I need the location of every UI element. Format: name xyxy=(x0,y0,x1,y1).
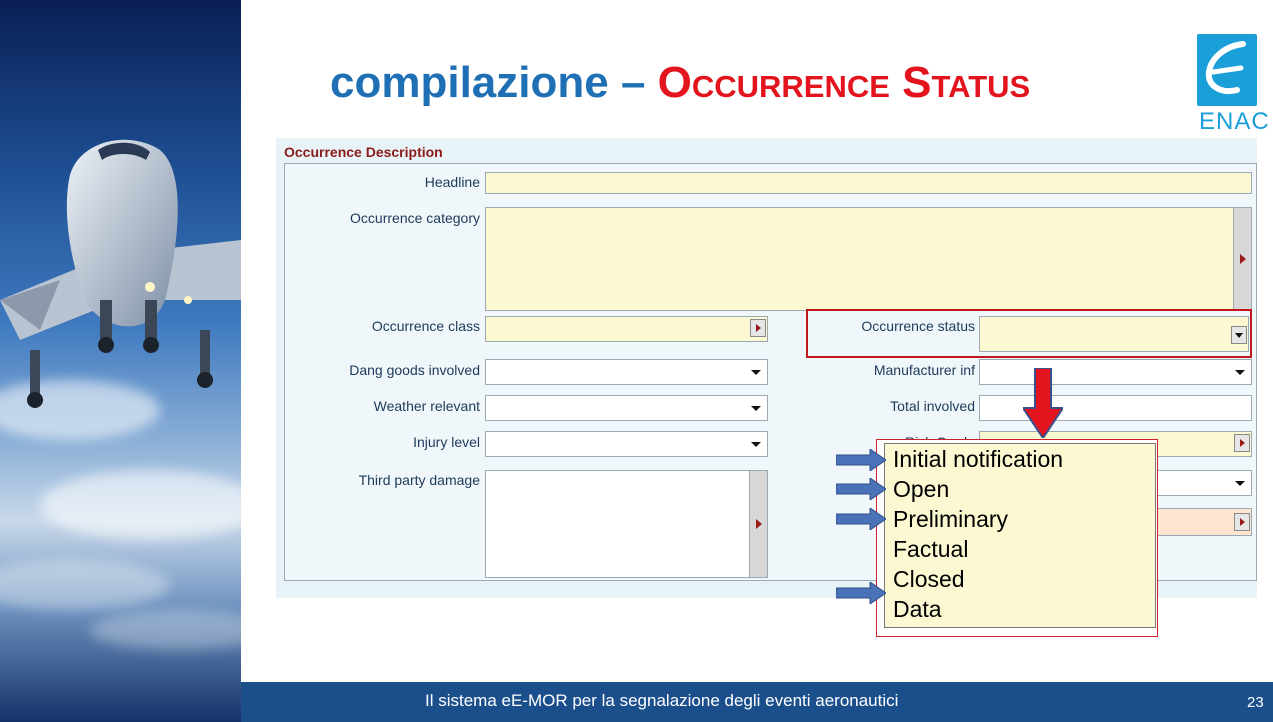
weather-relevant-select[interactable] xyxy=(485,395,768,421)
dang-goods-label: Dang goods involved xyxy=(349,362,480,378)
chevron-down-icon xyxy=(751,370,761,375)
manufacturer-inf-select[interactable] xyxy=(979,359,1252,385)
airplane-icon xyxy=(0,139,241,408)
page-number: 23 xyxy=(1247,694,1264,711)
third-party-damage-label: Third party damage xyxy=(358,472,480,488)
option-initial-notification[interactable]: Initial notification xyxy=(893,446,1063,473)
option-preliminary[interactable]: Preliminary xyxy=(893,506,1008,533)
occurrence-status-options: Initial notification Open Preliminary Fa… xyxy=(884,443,1156,628)
footer-text: Il sistema eE-MOR per la segnalazione de… xyxy=(425,691,899,710)
enac-logo-mark xyxy=(1197,34,1257,106)
arrow-down-icon xyxy=(1023,368,1063,438)
weather-relevant-label: Weather relevant xyxy=(373,398,480,414)
chevron-down-icon xyxy=(1235,481,1245,486)
section-title: Occurrence Description xyxy=(284,144,443,160)
chevron-down-icon xyxy=(1235,370,1245,375)
occurrence-category-label: Occurrence category xyxy=(350,210,480,226)
highlight-box xyxy=(806,309,1252,358)
option-factual[interactable]: Factual xyxy=(893,536,968,563)
triangle-right-icon xyxy=(1240,439,1245,447)
title-main: compilazione – xyxy=(330,58,658,107)
manufacturer-inf-label: Manufacturer inf xyxy=(873,362,975,378)
third-party-damage-expand-button[interactable] xyxy=(749,471,767,577)
injury-level-label: Injury level xyxy=(413,434,480,450)
occurrence-class-input[interactable] xyxy=(485,316,768,342)
option-open[interactable]: Open xyxy=(893,476,949,503)
option-data[interactable]: Data xyxy=(893,596,942,623)
logo-text: ENAC xyxy=(1199,108,1270,135)
triangle-right-icon xyxy=(1240,518,1245,526)
enac-logo: ENAC xyxy=(1197,34,1269,135)
arrow-right-icon xyxy=(836,582,886,604)
occurrence-class-button[interactable] xyxy=(750,319,766,337)
arrow-right-icon xyxy=(836,449,886,471)
arrow-right-icon xyxy=(836,508,886,530)
total-involved-input[interactable] xyxy=(979,395,1252,421)
airplane-photo xyxy=(0,0,241,722)
occurrence-category-field[interactable] xyxy=(485,207,1252,311)
triangle-right-icon xyxy=(756,519,762,529)
triangle-right-icon xyxy=(756,324,761,332)
injury-level-select[interactable] xyxy=(485,431,768,457)
option-closed[interactable]: Closed xyxy=(893,566,965,593)
dang-goods-select[interactable] xyxy=(485,359,768,385)
total-involved-label: Total involved xyxy=(890,398,975,414)
risk-grade-button[interactable] xyxy=(1234,434,1250,452)
hidden-field-button[interactable] xyxy=(1234,513,1250,531)
chevron-down-icon xyxy=(751,406,761,411)
occurrence-class-label: Occurrence class xyxy=(371,318,480,334)
title-accent: Occurrence Status xyxy=(657,58,1031,107)
chevron-down-icon xyxy=(751,442,761,447)
slide-title: compilazione – Occurrence Status xyxy=(330,58,1030,108)
triangle-right-icon xyxy=(1240,254,1246,264)
headline-label: Headline xyxy=(424,174,480,190)
arrow-right-icon xyxy=(836,478,886,500)
third-party-damage-field[interactable] xyxy=(485,470,768,578)
occurrence-category-expand-button[interactable] xyxy=(1233,208,1251,310)
headline-input[interactable] xyxy=(485,172,1252,194)
